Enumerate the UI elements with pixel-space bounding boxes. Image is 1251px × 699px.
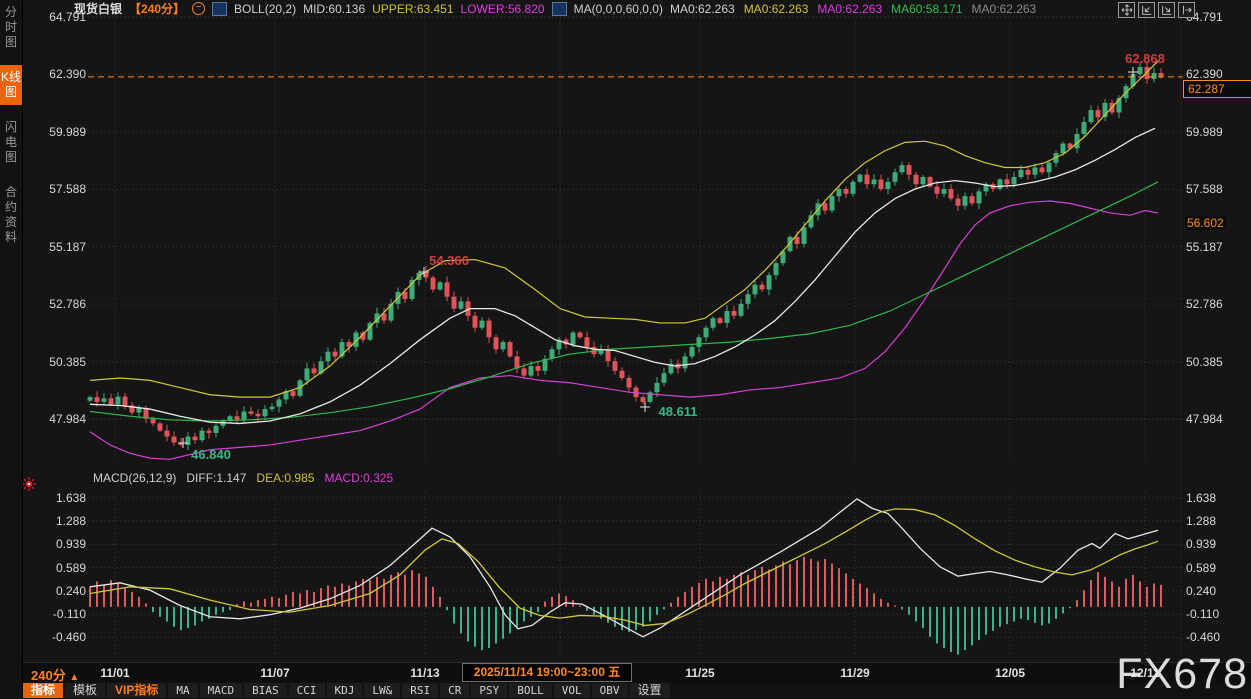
y-axis-label-right: 52.786 bbox=[1186, 297, 1223, 311]
macd-macd-value: MACD:0.325 bbox=[324, 471, 393, 485]
y-axis-label-right: 50.385 bbox=[1186, 355, 1223, 369]
ma-value-3: MA0:62.263 bbox=[817, 2, 882, 16]
toolbar-button-OBV[interactable]: OBV bbox=[592, 683, 628, 698]
toolbar-button-设置[interactable]: 设置 bbox=[630, 683, 670, 698]
collapse-icon[interactable]: − bbox=[192, 2, 205, 15]
boll-label: BOLL(20,2) bbox=[234, 2, 296, 16]
price-chart-canvas[interactable]: 62.868 54.366 46.840 48.611 bbox=[0, 0, 1251, 699]
price-annotation-54.366: 54.366 bbox=[429, 253, 469, 268]
current-price-marker: 62.287 bbox=[1183, 80, 1251, 98]
x-axis-row: 240分 ▲ 11/0111/0711/1311/2511/2912/0512/… bbox=[23, 662, 1251, 683]
ma-indicator-icon[interactable] bbox=[552, 2, 567, 16]
y-axis-label-right: 57.588 bbox=[1186, 182, 1223, 196]
y-axis-label-left: 62.390 bbox=[30, 67, 86, 81]
compress-left-icon[interactable] bbox=[1138, 2, 1155, 18]
toolbar-button-VIP指标[interactable]: VIP指标 bbox=[107, 683, 166, 698]
alert-beacon-icon[interactable] bbox=[21, 476, 37, 492]
macd-axis-label-right: -0.460 bbox=[1186, 630, 1220, 644]
x-axis-date-11/29: 11/29 bbox=[820, 666, 890, 680]
boll-upper-value: UPPER:63.451 bbox=[372, 2, 453, 16]
pan-right-icon[interactable] bbox=[1178, 2, 1195, 18]
macd-axis-label-left: 0.589 bbox=[30, 561, 86, 575]
macd-axis-label-right: 1.638 bbox=[1186, 491, 1216, 505]
x-axis-date-12/05: 12/05 bbox=[975, 666, 1045, 680]
x-axis-date-11/01: 11/01 bbox=[80, 666, 150, 680]
sidebar-item-1[interactable]: 分时图 bbox=[0, 0, 22, 55]
toolbar-button-BOLL[interactable]: BOLL bbox=[509, 683, 552, 698]
sidebar-item-2[interactable]: K线图 bbox=[0, 65, 22, 105]
timeframe-label: 240分 bbox=[31, 668, 66, 683]
toolbar-button-模板[interactable]: 模板 bbox=[65, 683, 105, 698]
macd-axis-label-left: 1.288 bbox=[30, 514, 86, 528]
boll-lower-value: LOWER:56.820 bbox=[461, 2, 545, 16]
macd-header: MACD(26,12,9) DIFF:1.147 DEA:0.985 MACD:… bbox=[93, 471, 393, 485]
chart-tool-icons bbox=[1118, 2, 1195, 18]
x-axis-date-11/25: 11/25 bbox=[665, 666, 735, 680]
toolbar-button-指标[interactable]: 指标 bbox=[23, 683, 63, 698]
macd-diff-value: DIFF:1.147 bbox=[186, 471, 246, 485]
macd-axis-label-left: 0.240 bbox=[30, 584, 86, 598]
chart-header: 现货白银 【240分】 − BOLL(20,2) MID:60.136 UPPE… bbox=[74, 1, 1036, 16]
x-axis-date-11/07: 11/07 bbox=[240, 666, 310, 680]
ma-value-1: MA0:62.263 bbox=[670, 2, 735, 16]
sidebar-item-3[interactable]: 闪电图 bbox=[0, 115, 22, 170]
toolbar-button-MACD[interactable]: MACD bbox=[200, 683, 243, 698]
app-window: 分时图 K线图闪电图合约资料 62.868 54.366 46.840 48.611 现… bbox=[0, 0, 1251, 699]
ma-value-5: MA0:62.263 bbox=[972, 2, 1037, 16]
y-axis-label-left: 59.989 bbox=[30, 125, 86, 139]
ma-value-2: MA0:62.263 bbox=[744, 2, 809, 16]
toolbar-button-LW&[interactable]: LW& bbox=[364, 683, 400, 698]
y-axis-label-right: 59.989 bbox=[1186, 125, 1223, 139]
macd-dea-value: DEA:0.985 bbox=[256, 471, 314, 485]
price-annotation-62.868: 62.868 bbox=[1125, 51, 1165, 66]
macd-axis-label-right: 1.288 bbox=[1186, 514, 1216, 528]
y-axis-label-left: 50.385 bbox=[30, 355, 86, 369]
expand-right-icon[interactable] bbox=[1158, 2, 1175, 18]
selected-candle-datetime: 2025/11/14 19:00~23:00 五 bbox=[462, 663, 632, 682]
period-label[interactable]: 【240分】 bbox=[129, 0, 185, 17]
ma-value-4: MA60:58.171 bbox=[891, 2, 962, 16]
macd-axis-label-left: 0.939 bbox=[30, 537, 86, 551]
macd-axis-label-left: -0.110 bbox=[30, 607, 86, 621]
macd-axis-label-right: 0.589 bbox=[1186, 561, 1216, 575]
boll-mid-value: MID:60.136 bbox=[303, 2, 365, 16]
toolbar-button-VOL[interactable]: VOL bbox=[554, 683, 590, 698]
y-axis-label-right: 55.187 bbox=[1186, 240, 1223, 254]
toolbar-button-PSY[interactable]: PSY bbox=[471, 683, 507, 698]
toolbar-button-CR[interactable]: CR bbox=[440, 683, 469, 698]
toolbar-button-BIAS[interactable]: BIAS bbox=[244, 683, 287, 698]
y-axis-label-left: 55.187 bbox=[30, 240, 86, 254]
left-sidebar: 分时图 K线图闪电图合约资料 bbox=[0, 0, 23, 699]
symbol-name: 现货白银 bbox=[74, 0, 122, 17]
price-annotation-48.611: 48.611 bbox=[658, 404, 697, 419]
x-axis-date-12/11: 12/11 bbox=[1110, 666, 1180, 680]
boll-indicator-icon[interactable] bbox=[212, 2, 227, 16]
macd-params-label: MACD(26,12,9) bbox=[93, 471, 176, 485]
toolbar-button-CCI[interactable]: CCI bbox=[289, 683, 325, 698]
ma-label: MA(0,0,0,60,0,0) bbox=[574, 2, 663, 16]
price-annotation-46.840: 46.840 bbox=[191, 447, 231, 462]
toolbar-button-MA[interactable]: MA bbox=[168, 683, 197, 698]
y-axis-label-left: 52.786 bbox=[30, 297, 86, 311]
crosshair-move-icon[interactable] bbox=[1118, 2, 1135, 18]
macd-axis-label-right: -0.110 bbox=[1186, 607, 1219, 621]
macd-axis-label-left: 1.638 bbox=[30, 491, 86, 505]
macd-axis-label-right: 0.240 bbox=[1186, 584, 1216, 598]
ma-values: MA0:62.263 MA0:62.263 MA0:62.263 MA60:58.17… bbox=[670, 2, 1036, 16]
indicator-toolbar: 指标模板VIP指标MAMACDBIASCCIKDJLW&RSICRPSYBOLL… bbox=[23, 682, 1251, 699]
y-axis-label-left: 47.984 bbox=[30, 412, 86, 426]
y-axis-label-left: 57.588 bbox=[30, 182, 86, 196]
macd-axis-label-right: 0.939 bbox=[1186, 537, 1216, 551]
macd-axis-label-left: -0.460 bbox=[30, 630, 86, 644]
sidebar-item-4[interactable]: 合约资料 bbox=[0, 180, 22, 250]
x-axis-date-11/13: 11/13 bbox=[390, 666, 460, 680]
toolbar-button-RSI[interactable]: RSI bbox=[402, 683, 438, 698]
band-value-marker: 56.602 bbox=[1185, 216, 1226, 230]
y-axis-label-right: 47.984 bbox=[1186, 412, 1223, 426]
toolbar-button-KDJ[interactable]: KDJ bbox=[327, 683, 363, 698]
